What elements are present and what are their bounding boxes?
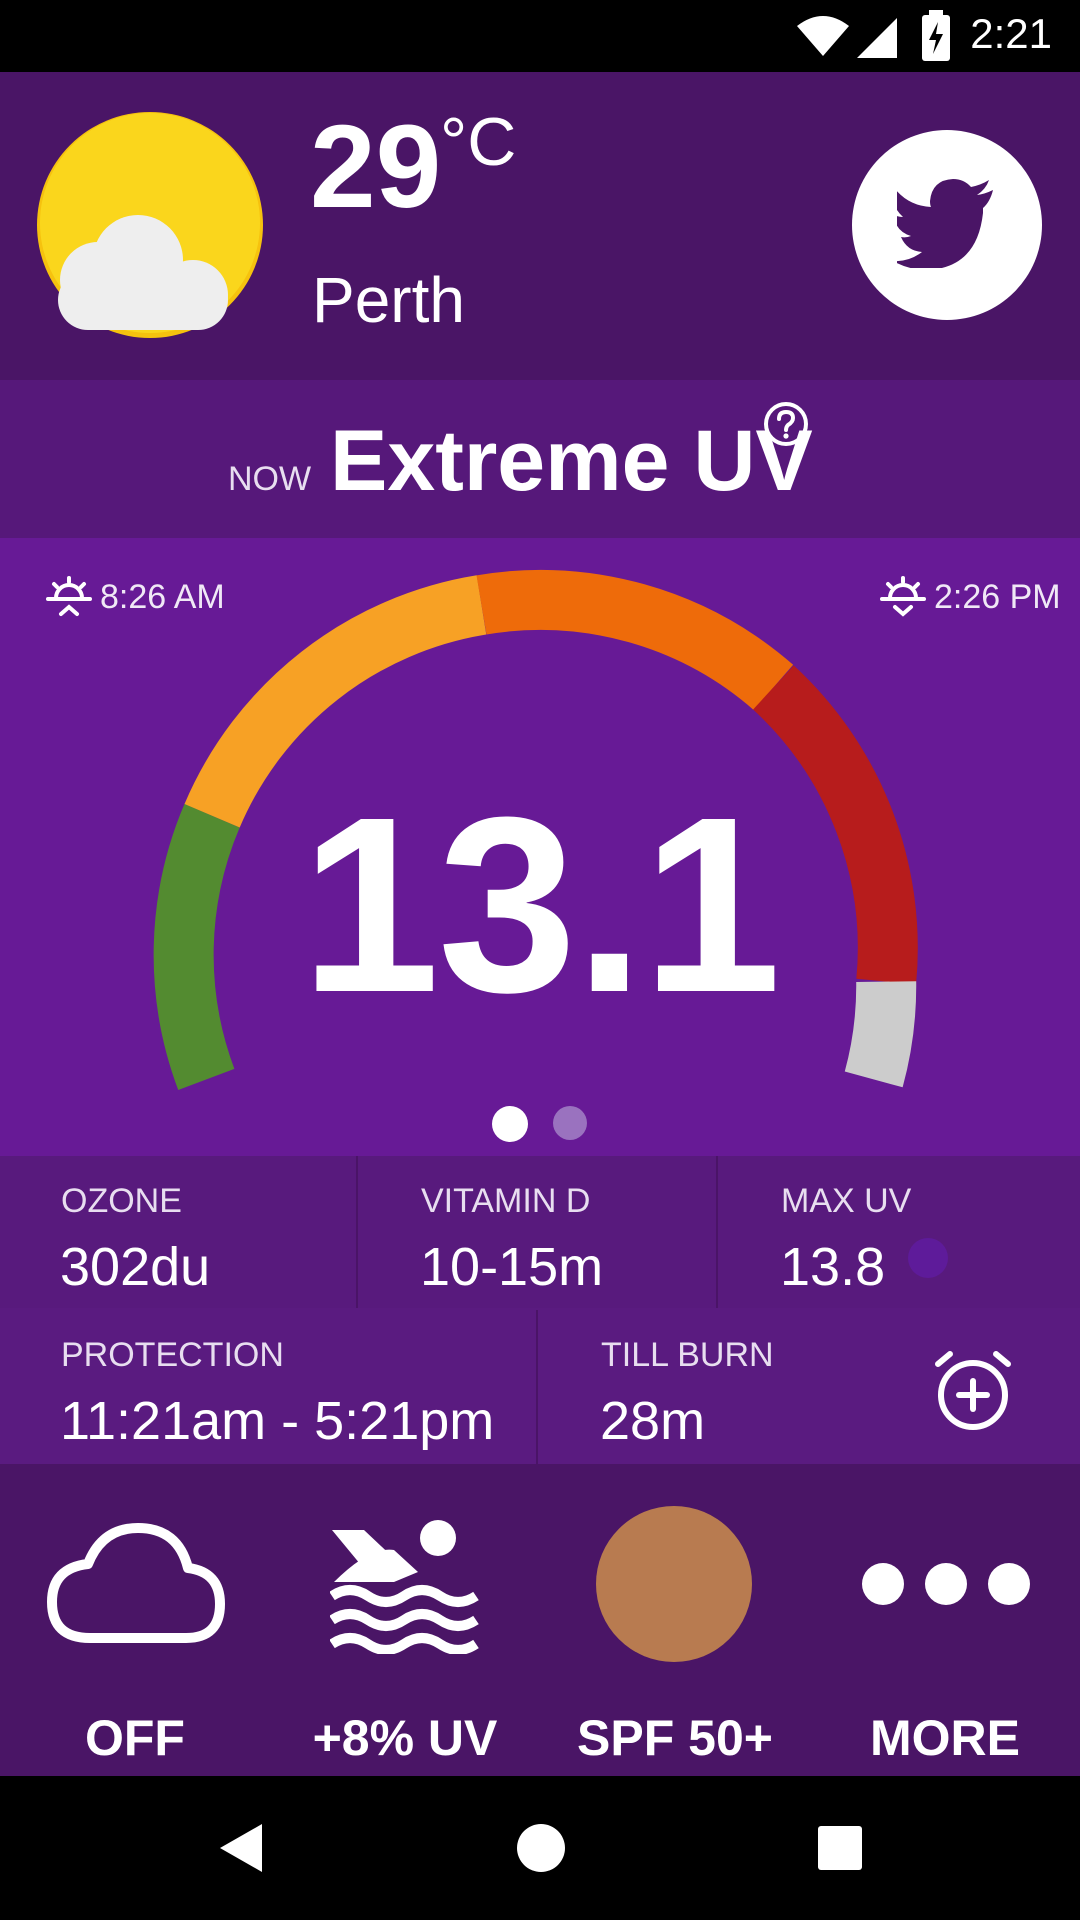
till-burn-value: 28m: [600, 1391, 706, 1451]
recents-icon[interactable]: [818, 1826, 862, 1870]
home-icon[interactable]: [517, 1824, 565, 1872]
city-name[interactable]: Perth: [312, 268, 465, 332]
ozone-value: 302du: [60, 1237, 211, 1297]
twitter-icon: [897, 179, 993, 268]
back-icon[interactable]: [218, 1822, 264, 1874]
more-icon-dot[interactable]: [988, 1563, 1030, 1605]
help-circle-icon[interactable]: [762, 400, 810, 448]
spf-label[interactable]: SPF 50+: [540, 1713, 810, 1763]
vitamin-d-value: 10-15m: [420, 1237, 604, 1297]
protection-label: PROTECTION: [61, 1336, 284, 1374]
divider: [536, 1310, 538, 1464]
divider: [716, 1156, 718, 1308]
signal-icon: [857, 18, 897, 58]
swimming-icon[interactable]: [330, 1516, 480, 1654]
skin-tone-icon[interactable]: [596, 1506, 752, 1662]
more-icon-dot[interactable]: [925, 1563, 967, 1605]
temperature-unit: °C: [440, 104, 517, 180]
status-bar: [0, 0, 1080, 72]
partly-cloudy-icon: [37, 112, 263, 338]
gauge-segment-high: [476, 569, 794, 711]
vitamin-d-label: VITAMIN D: [421, 1182, 591, 1220]
ozone-label: OZONE: [61, 1182, 182, 1220]
status-time: 2:21: [970, 10, 1052, 57]
divider: [356, 1156, 358, 1308]
temperature-value: 29: [310, 101, 442, 233]
uv-index-value: 13.1: [300, 765, 782, 1044]
max-uv-indicator-dot: [908, 1238, 948, 1278]
till-burn-label: TILL BURN: [601, 1336, 774, 1374]
max-uv-label: MAX UV: [781, 1182, 912, 1220]
cloud-toggle-label[interactable]: OFF: [0, 1713, 270, 1763]
add-alarm-icon[interactable]: [930, 1348, 1016, 1434]
cloud-icon[interactable]: [46, 1522, 226, 1646]
now-label: NOW: [228, 460, 312, 498]
max-uv-value: 13.8: [780, 1237, 886, 1297]
battery-charging-icon: [922, 10, 950, 61]
page-indicator-dot[interactable]: [553, 1106, 587, 1140]
more-label[interactable]: MORE: [810, 1713, 1080, 1763]
protection-value: 11:21am - 5:21pm: [60, 1391, 495, 1451]
uv-level-title: Extreme UV: [330, 413, 813, 509]
wifi-icon: [797, 16, 849, 56]
page-indicator-dot-active[interactable]: [492, 1106, 528, 1142]
swimming-toggle-label[interactable]: +8% UV: [270, 1713, 540, 1763]
twitter-share-button[interactable]: [852, 130, 1042, 320]
more-icon[interactable]: [862, 1563, 904, 1605]
